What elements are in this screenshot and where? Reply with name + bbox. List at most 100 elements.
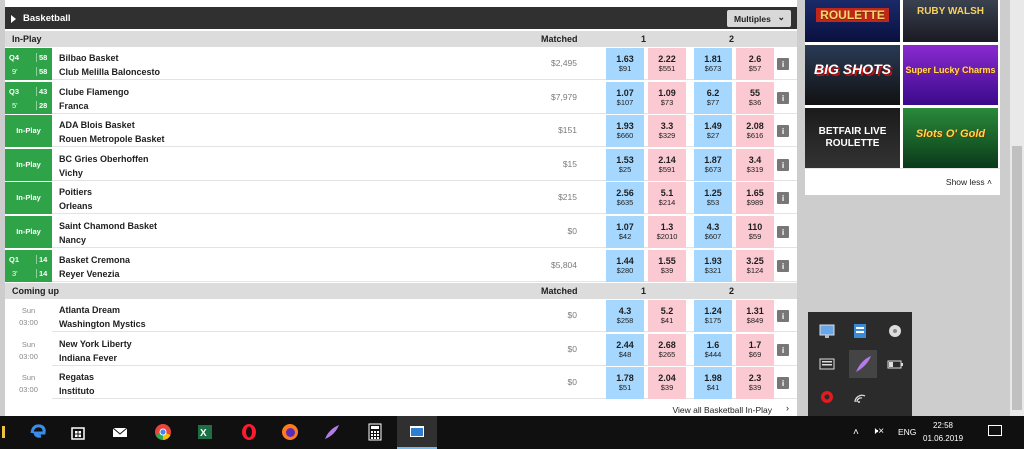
team-home[interactable]: BC Gries Oberhoffen	[59, 154, 149, 164]
clock[interactable]: 22:58 01.06.2019	[923, 419, 963, 445]
lay-odds-button[interactable]: 3.25 $124	[736, 249, 774, 282]
lay-odds-button[interactable]: 2.22 $551	[648, 48, 686, 80]
market-row[interactable]: Q4 9' 58 58 Bilbao Basket Club Melilla Balonc…	[5, 47, 797, 80]
remote-desktop-icon[interactable]	[397, 416, 437, 449]
lay-odds-button[interactable]: 1.7 $69	[736, 333, 774, 366]
monitor-icon[interactable]	[816, 320, 838, 342]
edge-icon[interactable]	[18, 416, 58, 449]
back-odds-button[interactable]: 1.49 $27	[694, 115, 732, 148]
team-home[interactable]: Atlanta Dream	[59, 305, 120, 315]
info-icon[interactable]: i	[777, 226, 789, 238]
keyboard-icon[interactable]	[816, 353, 838, 375]
team-away[interactable]: Vichy	[59, 168, 83, 178]
opera-icon[interactable]	[229, 416, 269, 449]
show-less-button[interactable]: Show less ˄	[805, 168, 1000, 194]
back-odds-button[interactable]: 2.44 $48	[606, 333, 644, 366]
team-away[interactable]: Nancy	[59, 235, 86, 245]
promo-tile-slots-o-gold[interactable]: Slots O' Gold	[903, 108, 998, 168]
lay-odds-button[interactable]: 1.31 $849	[736, 300, 774, 332]
team-away[interactable]: Orleans	[59, 201, 93, 211]
multiples-dropdown[interactable]: Multiples ⌄	[727, 10, 791, 27]
team-away[interactable]: Instituto	[59, 386, 95, 396]
market-row[interactable]: In-Play Poitiers Orleans $215 2.56 $635 5.1 $21…	[5, 181, 797, 215]
mail-icon[interactable]	[100, 416, 140, 449]
back-odds-button[interactable]: 1.81 $673	[694, 48, 732, 80]
scrollbar[interactable]	[1010, 0, 1024, 416]
info-icon[interactable]: i	[777, 310, 789, 322]
chrome-icon[interactable]	[143, 416, 183, 449]
feather-icon[interactable]	[312, 416, 352, 449]
info-icon[interactable]: i	[777, 125, 789, 138]
team-home[interactable]: Poitiers	[59, 187, 92, 197]
market-row[interactable]: Sun 03:00 New York Liberty Indiana Fever $0 2…	[5, 332, 797, 366]
lay-odds-button[interactable]: 2.68 $265	[648, 333, 686, 366]
basketball-header[interactable]: Basketball Multiples ⌄	[5, 7, 797, 29]
lay-odds-button[interactable]: 1.65 $989	[736, 182, 774, 215]
back-odds-button[interactable]: 1.07 $107	[606, 81, 644, 114]
market-row[interactable]: Q1 3' 14 14 Basket Cremona Reyer Venezia $5,80…	[5, 248, 797, 282]
back-odds-button[interactable]: 4.3 $607	[694, 216, 732, 248]
info-icon[interactable]: i	[777, 192, 789, 205]
back-odds-button[interactable]: 1.53 $25	[606, 148, 644, 181]
team-away[interactable]: Reyer Venezia	[59, 269, 120, 279]
team-home[interactable]: New York Liberty	[59, 339, 132, 349]
info-icon[interactable]: i	[777, 91, 789, 104]
lay-odds-button[interactable]: 5.1 $214	[648, 182, 686, 215]
calculator-icon[interactable]	[355, 416, 395, 449]
lay-odds-button[interactable]: 5.2 $41	[648, 300, 686, 332]
team-away[interactable]: Club Melilla Baloncesto	[59, 67, 160, 77]
team-home[interactable]: Saint Chamond Basket	[59, 221, 157, 231]
back-odds-button[interactable]: 1.24 $175	[694, 300, 732, 332]
view-all-link[interactable]: View all Basketball In-Play	[672, 405, 772, 415]
info-icon[interactable]: i	[777, 343, 789, 356]
lay-odds-button[interactable]: 2.08 $616	[736, 115, 774, 148]
team-home[interactable]: Regatas	[59, 372, 94, 382]
lay-odds-button[interactable]: 3.4 $319	[736, 148, 774, 181]
market-row[interactable]: Q3 5' 43 28 Clube Flamengo Franca $7,979 1.07 $1…	[5, 80, 797, 114]
opera-gx-icon[interactable]	[816, 386, 838, 408]
back-odds-button[interactable]: 1.44 $280	[606, 249, 644, 282]
back-odds-button[interactable]: 1.63 $91	[606, 48, 644, 80]
lay-odds-button[interactable]: 1.09 $73	[648, 81, 686, 114]
store-icon[interactable]	[58, 416, 98, 449]
feather-app-icon[interactable]	[849, 350, 877, 378]
lay-odds-button[interactable]: 2.14 $591	[648, 148, 686, 181]
team-home[interactable]: Clube Flamengo	[59, 87, 129, 97]
promo-tile-roulette[interactable]: ROULETTE	[805, 0, 900, 42]
firefox-icon[interactable]	[270, 416, 310, 449]
promo-tile-big-shots[interactable]: BIG SHOTS	[805, 45, 900, 105]
excel-icon[interactable]: X	[185, 416, 225, 449]
info-icon[interactable]: i	[777, 377, 789, 390]
notifications-icon[interactable]	[988, 425, 1002, 436]
market-row[interactable]: Sun 03:00 Regatas Instituto $0 1.78 $51 2.04 $39…	[5, 366, 797, 400]
info-icon[interactable]: i	[777, 158, 789, 171]
team-home[interactable]: Basket Cremona	[59, 255, 130, 265]
lay-odds-button[interactable]: 3.3 $329	[648, 115, 686, 148]
volume-muted-icon[interactable]: 🕨×	[872, 426, 884, 437]
back-odds-button[interactable]: 1.93 $660	[606, 115, 644, 148]
back-odds-button[interactable]: 1.78 $51	[606, 367, 644, 400]
back-odds-button[interactable]: 4.3 $258	[606, 300, 644, 332]
market-row[interactable]: In-Play BC Gries Oberhoffen Vichy $15 1.53 $2…	[5, 147, 797, 181]
back-odds-button[interactable]: 6.2 $77	[694, 81, 732, 114]
back-odds-button[interactable]: 1.93 $321	[694, 249, 732, 282]
promo-tile-lucky-charms[interactable]: Super Lucky Charms	[903, 45, 998, 105]
back-odds-button[interactable]: 1.25 $53	[694, 182, 732, 215]
wifi-icon[interactable]	[849, 386, 871, 408]
language-indicator[interactable]: ENG	[898, 427, 916, 437]
market-row[interactable]: In-Play Saint Chamond Basket Nancy $0 1.07 $4…	[5, 215, 797, 248]
back-odds-button[interactable]: 1.87 $673	[694, 148, 732, 181]
disc-icon[interactable]	[884, 320, 906, 342]
team-away[interactable]: Rouen Metropole Basket	[59, 134, 165, 144]
scrollbar-thumb[interactable]	[1012, 146, 1022, 410]
chevron-up-icon[interactable]: ˄	[853, 427, 859, 438]
team-home[interactable]: ADA Blois Basket	[59, 120, 135, 130]
promo-tile-live-roulette[interactable]: BETFAIR LIVE ROULETTE	[805, 108, 900, 168]
back-odds-button[interactable]: 1.98 $41	[694, 367, 732, 400]
lay-odds-button[interactable]: 1.3 $2010	[648, 216, 686, 248]
lay-odds-button[interactable]: 2.3 $39	[736, 367, 774, 400]
market-row[interactable]: In-Play ADA Blois Basket Rouen Metropole B…	[5, 114, 797, 148]
battery-icon[interactable]	[884, 353, 906, 375]
lay-odds-button[interactable]: 2.6 $57	[736, 48, 774, 80]
collapse-arrow-icon[interactable]	[11, 15, 16, 23]
